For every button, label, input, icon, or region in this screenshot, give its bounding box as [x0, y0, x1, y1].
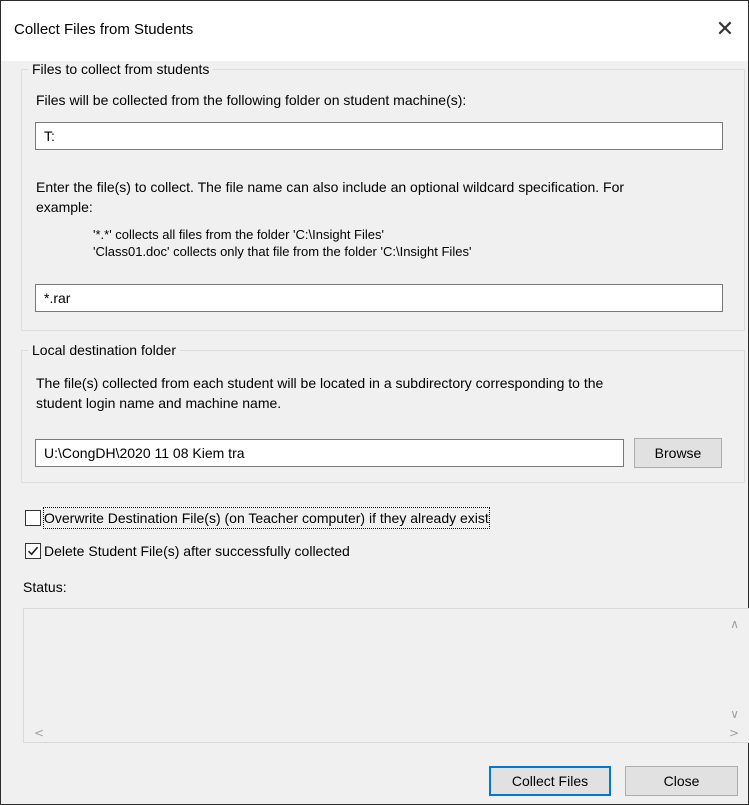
example-single-file: 'Class01.doc' collects only that file fr…	[93, 244, 472, 259]
files-instruction-line1: Enter the file(s) to collect. The file n…	[36, 179, 625, 195]
dialog-title: Collect Files from Students	[14, 21, 194, 38]
files-group-legend: Files to collect from students	[32, 61, 210, 77]
scroll-up-icon[interactable]: ∧	[730, 617, 739, 631]
destination-group-legend: Local destination folder	[32, 342, 176, 358]
destination-description-line2: student login name and machine name.	[36, 395, 282, 411]
delete-student-files-label[interactable]: Delete Student File(s) after successfull…	[44, 541, 350, 561]
files-to-collect-input[interactable]: *.rar	[35, 284, 723, 312]
close-icon[interactable]: ✕	[710, 15, 740, 45]
example-all-files: '*.*' collects all files from the folder…	[93, 227, 384, 242]
collect-files-dialog: Collect Files from Students ✕ Files to c…	[0, 0, 749, 805]
scroll-right-icon[interactable]: >	[729, 726, 739, 740]
collect-files-button[interactable]: Collect Files	[489, 766, 611, 796]
status-textbox[interactable]: ∧ ∨ < >	[23, 608, 749, 743]
destination-folder-input[interactable]: U:\CongDH\2020 11 08 Kiem tra	[35, 439, 624, 467]
title-bar[interactable]: Collect Files from Students ✕	[1, 1, 748, 61]
close-button[interactable]: Close	[625, 766, 738, 796]
files-instruction-line2: example:	[36, 199, 93, 215]
scroll-down-icon[interactable]: ∨	[730, 707, 739, 721]
checkmark-icon	[27, 546, 39, 556]
browse-button[interactable]: Browse	[634, 438, 722, 468]
delete-student-files-checkbox[interactable]	[25, 543, 41, 559]
overwrite-label[interactable]: Overwrite Destination File(s) (on Teache…	[43, 507, 490, 529]
overwrite-checkbox[interactable]	[25, 510, 41, 526]
status-label: Status:	[23, 579, 67, 595]
source-folder-instruction: Files will be collected from the followi…	[36, 92, 467, 108]
destination-description-line1: The file(s) collected from each student …	[36, 375, 604, 391]
source-folder-input[interactable]: T:	[35, 122, 723, 150]
scroll-left-icon[interactable]: <	[34, 726, 44, 740]
